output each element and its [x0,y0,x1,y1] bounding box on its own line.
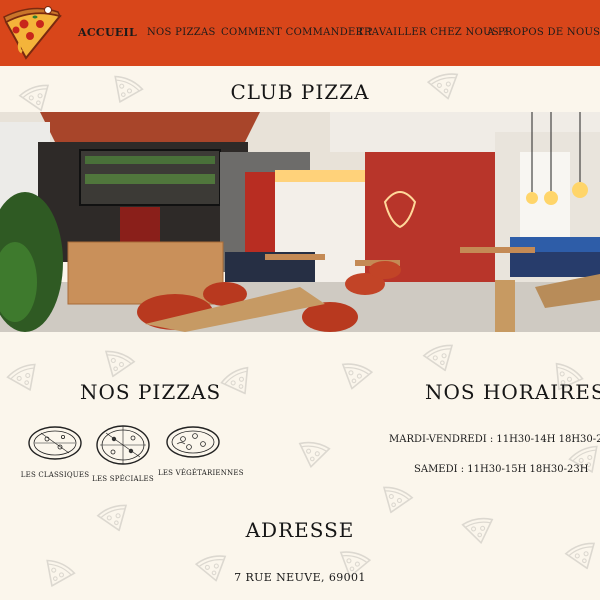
pizza-icon [28,426,82,460]
pizza-category-label: LES CLASSIQUES [20,471,90,479]
pizza-icon [166,426,220,458]
pizza-slice-icon [376,483,414,519]
top-navbar: ACCUEIL NOS PIZZAS COMMENT COMMANDER ? T… [0,0,600,66]
pizza-icon [96,425,150,465]
pizza-slice-icon [219,364,259,402]
pizza-slice-icon [564,539,600,575]
pizza-category-vegetariennes[interactable]: LES VÉGÉTARIENNES [158,424,244,477]
hours-title: NOS HORAIRES [425,380,600,404]
address-value: 7 RUE NEUVE, 69001 [234,571,366,584]
nav-link-a-propos[interactable]: A PROPOS DE NOUS [487,27,600,38]
pizza-slice-icon [422,341,460,377]
pizza-slice-icon [336,360,374,394]
nav-link-travailler[interactable]: TRAVAILLER CHEZ NOUS ? [357,27,508,38]
pizza-slice-icon [98,347,136,383]
nav-link-nos-pizzas[interactable]: NOS PIZZAS [147,27,216,38]
pizzas-title: NOS PIZZAS [80,380,222,404]
pizza-slice-icon [295,439,331,471]
address-title: ADRESSE [245,518,355,542]
hours-weekday: MARDI-VENDREDI : 11H30-14H 18H30-22H [389,434,600,445]
pizza-category-speciales[interactable]: LES SPÉCIALES [88,424,158,483]
pizza-slice-icon [5,360,45,398]
pizza-category-classiques[interactable]: LES CLASSIQUES [20,424,90,479]
nav-link-comment-commander[interactable]: COMMENT COMMANDER ? [221,27,373,38]
main-nav: ACCUEIL NOS PIZZAS COMMENT COMMANDER ? T… [0,0,600,66]
pizza-category-label: LES VÉGÉTARIENNES [158,469,244,477]
pizza-category-label: LES SPÉCIALES [92,475,154,483]
hours-saturday: SAMEDI : 11H30-15H 18H30-23H [414,464,589,475]
page-title: CLUB PIZZA [230,80,370,104]
hero-image [0,112,600,332]
nav-link-accueil[interactable]: ACCUEIL [78,26,137,39]
